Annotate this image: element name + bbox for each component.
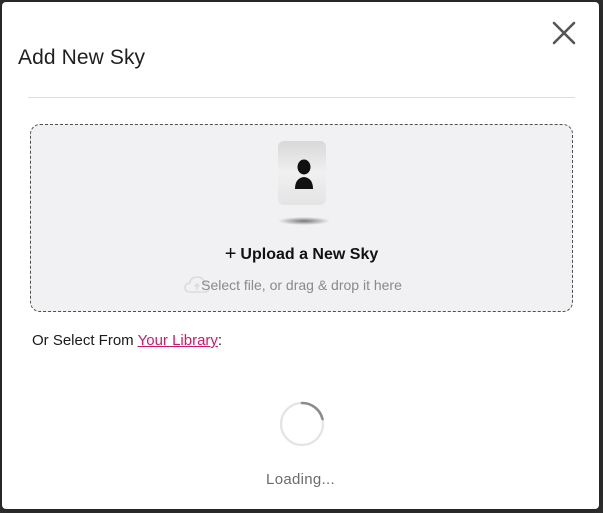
loading-spinner-icon bbox=[279, 401, 325, 447]
upload-dropzone[interactable]: + Upload a New Sky Select file, or drag &… bbox=[30, 124, 573, 312]
modal-title: Add New Sky bbox=[18, 46, 146, 69]
divider bbox=[28, 97, 575, 98]
library-suffix: : bbox=[217, 332, 223, 349]
plus-icon: + bbox=[224, 243, 237, 265]
upload-subtitle: Select file, or drag & drop it here bbox=[201, 277, 402, 293]
close-button[interactable] bbox=[549, 18, 579, 48]
your-library-link[interactable]: Your Library bbox=[138, 332, 218, 349]
close-icon bbox=[552, 21, 576, 45]
upload-title-label: Upload a New Sky bbox=[240, 246, 379, 263]
loading-text: Loading... bbox=[266, 471, 335, 488]
sky-person-icon bbox=[278, 141, 330, 225]
upload-title: + Upload a New Sky bbox=[31, 243, 572, 266]
library-prefix: Or Select From bbox=[32, 332, 138, 349]
add-new-sky-modal: Add New Sky + Upload a New Sky Select fi… bbox=[2, 2, 599, 509]
library-row: Or Select From Your Library: bbox=[32, 332, 222, 349]
